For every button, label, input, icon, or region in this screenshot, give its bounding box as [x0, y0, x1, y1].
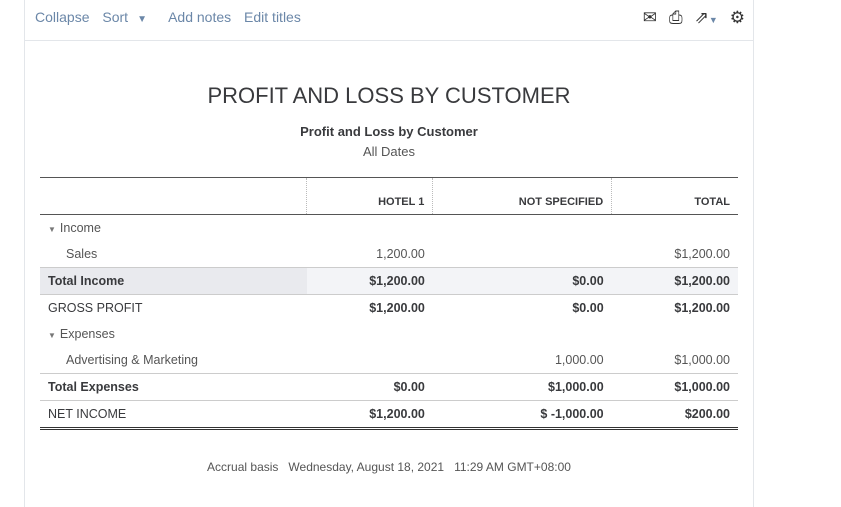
cell: $1,200.00 [611, 294, 738, 321]
cell[interactable]: 1,200.00 [307, 241, 433, 268]
cell: $1,200.00 [306, 400, 433, 429]
collapse-triangle-icon[interactable]: ▼ [48, 331, 56, 340]
row-label: Total Income [40, 267, 307, 295]
row-label: NET INCOME [40, 400, 307, 429]
row-label: Expenses [59, 327, 115, 341]
cell[interactable]: $1,200.00 [612, 241, 738, 268]
report-table: HOTEL 1 NOT SPECIFIED TOTAL ▼ Income Sale… [40, 177, 738, 430]
cell: $200.00 [611, 400, 738, 429]
col-total[interactable]: TOTAL [611, 177, 738, 215]
table-row: Advertising & Marketing 1,000.00 $1,000.00 [40, 347, 738, 374]
cell[interactable]: 1,000.00 [433, 347, 612, 374]
table-row: Total Income $1,200.00 $0.00 $1,200.00 [40, 267, 738, 295]
col-not-specified[interactable]: NOT SPECIFIED [432, 177, 612, 215]
row-label[interactable]: Sales [40, 241, 307, 268]
report-heading[interactable]: PROFIT AND LOSS BY CUSTOMER [25, 83, 753, 109]
cell[interactable]: $1,200.00 [611, 267, 738, 295]
cell: $1,200.00 [306, 294, 433, 321]
gear-icon[interactable]: ⚙ [730, 8, 745, 28]
cell[interactable]: $1,000.00 [612, 347, 738, 374]
edit-titles-button[interactable]: Edit titles [244, 9, 301, 25]
cell[interactable]: $1,000.00 [611, 373, 738, 401]
print-icon[interactable]: ⎙ [669, 8, 683, 28]
sort-button[interactable]: Sort ▼ [102, 9, 156, 25]
collapse-triangle-icon[interactable]: ▼ [48, 225, 56, 234]
table-row: NET INCOME $1,200.00 $ -1,000.00 $200.00 [40, 400, 738, 429]
cell[interactable] [433, 241, 612, 268]
table-row: Total Expenses $0.00 $1,000.00 $1,000.00 [40, 373, 738, 401]
table-row: GROSS PROFIT $1,200.00 $0.00 $1,200.00 [40, 294, 738, 321]
row-label: GROSS PROFIT [40, 294, 307, 321]
email-icon[interactable]: ✉ [643, 8, 657, 28]
table-row: ▼ Income [40, 215, 738, 242]
row-label: Income [59, 221, 101, 235]
report-footer: Accrual basis Wednesday, August 18, 2021… [207, 460, 571, 474]
sort-label: Sort [102, 9, 129, 25]
cell[interactable]: $1,200.00 [306, 267, 433, 295]
cell[interactable] [307, 347, 433, 374]
cell[interactable]: $0.00 [432, 267, 612, 295]
report-title: Profit and Loss by Customer [300, 124, 478, 139]
add-notes-button[interactable]: Add notes [168, 9, 231, 25]
caret-down-icon: ▼ [137, 14, 147, 25]
report-period: All Dates [362, 144, 416, 159]
cell: $0.00 [432, 294, 612, 321]
export-icon[interactable]: ⇗▼ [695, 8, 718, 28]
row-label: Total Expenses [40, 373, 307, 401]
cell: $ -1,000.00 [432, 400, 612, 429]
col-hotel-1[interactable]: HOTEL 1 [305, 177, 433, 215]
toolbar: Collapse Sort ▼ Add notes Edit titles ✉ ⎙… [25, 0, 753, 41]
row-label[interactable]: Advertising & Marketing [40, 347, 307, 374]
cell[interactable]: $0.00 [306, 373, 433, 401]
table-row: Sales 1,200.00 $1,200.00 [40, 241, 738, 268]
table-row: ▼ Expenses [40, 321, 738, 347]
cell[interactable]: $1,000.00 [432, 373, 612, 401]
collapse-button[interactable]: Collapse [35, 9, 89, 25]
report-panel: Collapse Sort ▼ Add notes Edit titles ✉ ⎙… [24, 0, 754, 507]
